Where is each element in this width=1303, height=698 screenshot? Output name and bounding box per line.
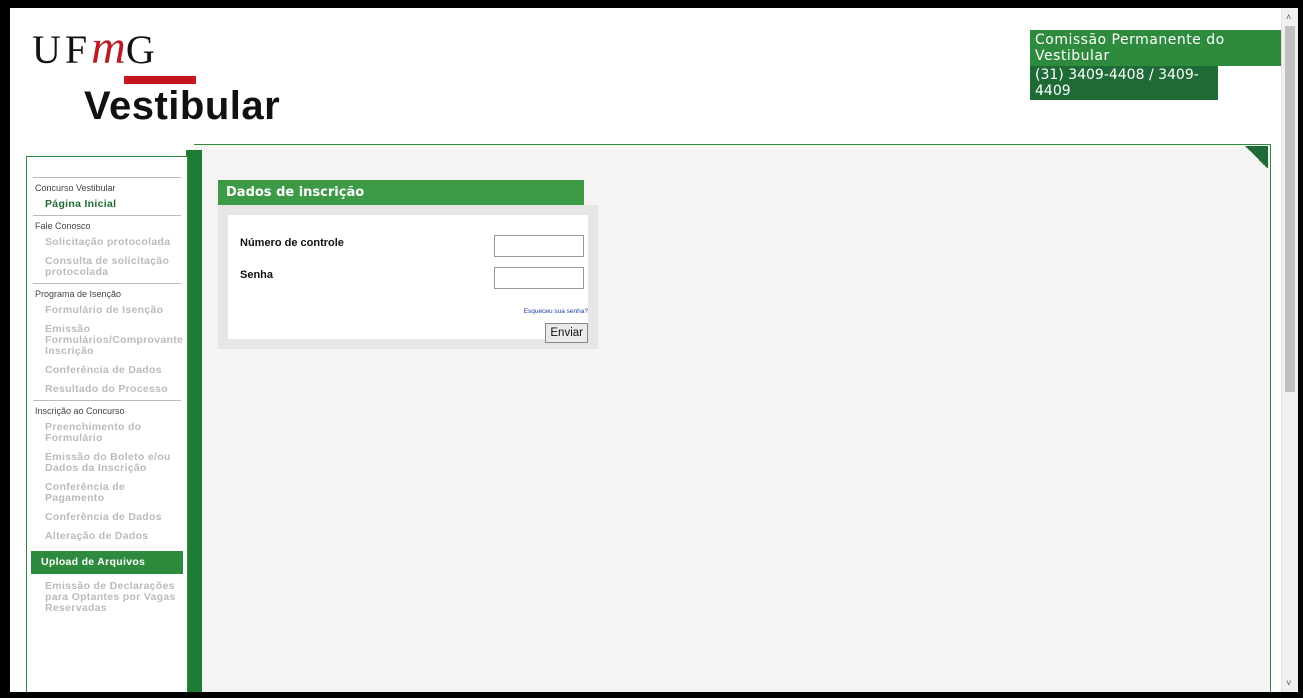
panel-title: Dados de inscrição xyxy=(218,180,584,205)
scroll-down-icon[interactable]: ˅ xyxy=(1286,678,1291,688)
sidebar-item: Formulário de Isenção xyxy=(45,304,164,316)
sidebar-item[interactable]: Upload de Arquivos xyxy=(31,551,183,574)
sidebar-item: Preenchimento do Formulário xyxy=(45,421,142,444)
sidebar-item: Resultado do Processo xyxy=(45,383,168,395)
sidebar-section-title: Concurso Vestibular xyxy=(33,177,181,196)
sidebar-item: Conferência de Dados xyxy=(45,511,162,523)
sidebar-item: Emissão do Boleto e/ou Dados da Inscriçã… xyxy=(45,451,171,474)
sidebar-item: Conferência de Pagamento xyxy=(45,481,126,504)
ufmg-wordmark: UFmG xyxy=(32,20,280,84)
sidebar-item: Emissão de Declarações para Optantes por… xyxy=(45,580,176,614)
login-panel: Dados de inscrição Número de controle Se… xyxy=(218,180,598,349)
logo-red-bar xyxy=(124,76,196,84)
ufmg-logo[interactable]: UFmG Vestibular xyxy=(32,20,280,129)
sidebar-menu: Concurso Vestibular Página Inicial Fale Co… xyxy=(26,156,188,692)
vertical-scrollbar[interactable]: ˄ ˅ xyxy=(1281,8,1298,692)
scroll-thumb[interactable] xyxy=(1285,26,1295,392)
submit-button[interactable]: Enviar xyxy=(545,323,588,343)
control-number-label: Número de controle xyxy=(240,237,344,249)
sidebar-section-title: Fale Conosco xyxy=(33,215,181,234)
control-number-input[interactable] xyxy=(494,235,584,257)
commission-phone: (31) 3409-4408 / 3409-4409 xyxy=(1030,66,1218,100)
scroll-up-icon[interactable]: ˄ xyxy=(1286,12,1291,22)
sidebar-item[interactable]: Página Inicial xyxy=(27,196,187,215)
contact-box: Comissão Permanente do Vestibular (31) 3… xyxy=(1030,30,1284,100)
forgot-password-link[interactable]: Esqueceu sua senha? xyxy=(524,308,588,315)
password-label: Senha xyxy=(240,269,274,281)
sidebar-item: Emissão Formulários/Comprovante Inscriçã… xyxy=(45,323,184,357)
sidebar-section-title: Programa de Isenção xyxy=(33,283,181,302)
frame-corner-accent xyxy=(1244,146,1268,168)
sidebar-section-title: Inscrição ao Concurso xyxy=(33,400,181,419)
logo-subtitle: Vestibular xyxy=(84,84,281,128)
password-input[interactable] xyxy=(494,267,584,289)
sidebar-item: Conferência de Dados xyxy=(45,364,162,376)
browser-viewport: UFmG Vestibular Comissão Permanente do V… xyxy=(10,8,1298,692)
commission-title: Comissão Permanente do Vestibular xyxy=(1030,30,1284,66)
sidebar-item: Consulta de solicitação protocolada xyxy=(45,255,170,278)
frame-left-accent xyxy=(186,150,202,692)
sidebar-item: Alteração de Dados xyxy=(45,530,149,542)
sidebar-item: Solicitação protocolada xyxy=(45,236,171,248)
